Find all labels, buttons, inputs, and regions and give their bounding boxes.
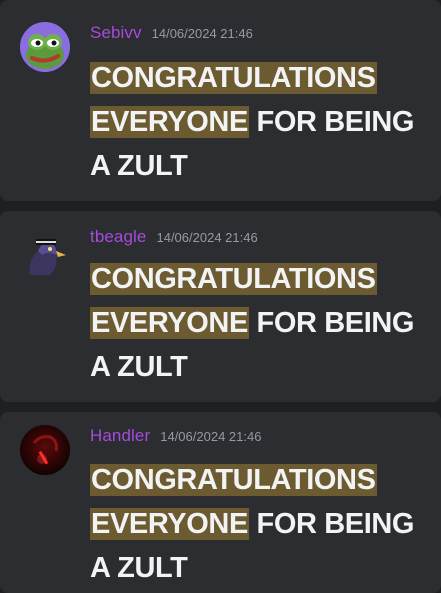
mention-highlight: CONGRATULATIONS [90,62,377,94]
chat-log: Sebivv 14/06/2024 21:46 CONGRATULATIONS … [0,0,441,593]
timestamp: 14/06/2024 21:46 [156,230,258,245]
message-content: CONGRATULATIONS EVERYONE FOR BEING A ZUL… [90,257,435,389]
message-item: Handler 14/06/2024 21:46 CONGRATULATIONS… [0,412,441,593]
message-content: CONGRATULATIONS EVERYONE FOR BEING A ZUL… [90,56,435,188]
mention-highlight: CONGRATULATIONS [90,464,377,496]
mention-highlight: EVERYONE [90,508,249,540]
pepe-frog-avatar-icon[interactable] [20,22,70,72]
message-content: CONGRATULATIONS EVERYONE FOR BEING A ZUL… [90,458,435,590]
mention-highlight: EVERYONE [90,106,249,138]
mention-highlight: CONGRATULATIONS [90,263,377,295]
eagle-avatar-icon[interactable] [20,231,70,281]
timestamp: 14/06/2024 21:46 [151,26,253,41]
message-item: Sebivv 14/06/2024 21:46 CONGRATULATIONS … [0,0,441,201]
dark-red-avatar-icon[interactable] [20,425,70,475]
username[interactable]: tbeagle [90,227,146,247]
username[interactable]: Sebivv [90,23,142,43]
message-header: tbeagle 14/06/2024 21:46 [90,227,258,247]
username[interactable]: Handler [90,426,150,446]
message-header: Sebivv 14/06/2024 21:46 [90,23,253,43]
message-header: Handler 14/06/2024 21:46 [90,426,261,446]
timestamp: 14/06/2024 21:46 [160,429,262,444]
message-item: tbeagle 14/06/2024 21:46 CONGRATULATIONS… [0,211,441,402]
mention-highlight: EVERYONE [90,307,249,339]
